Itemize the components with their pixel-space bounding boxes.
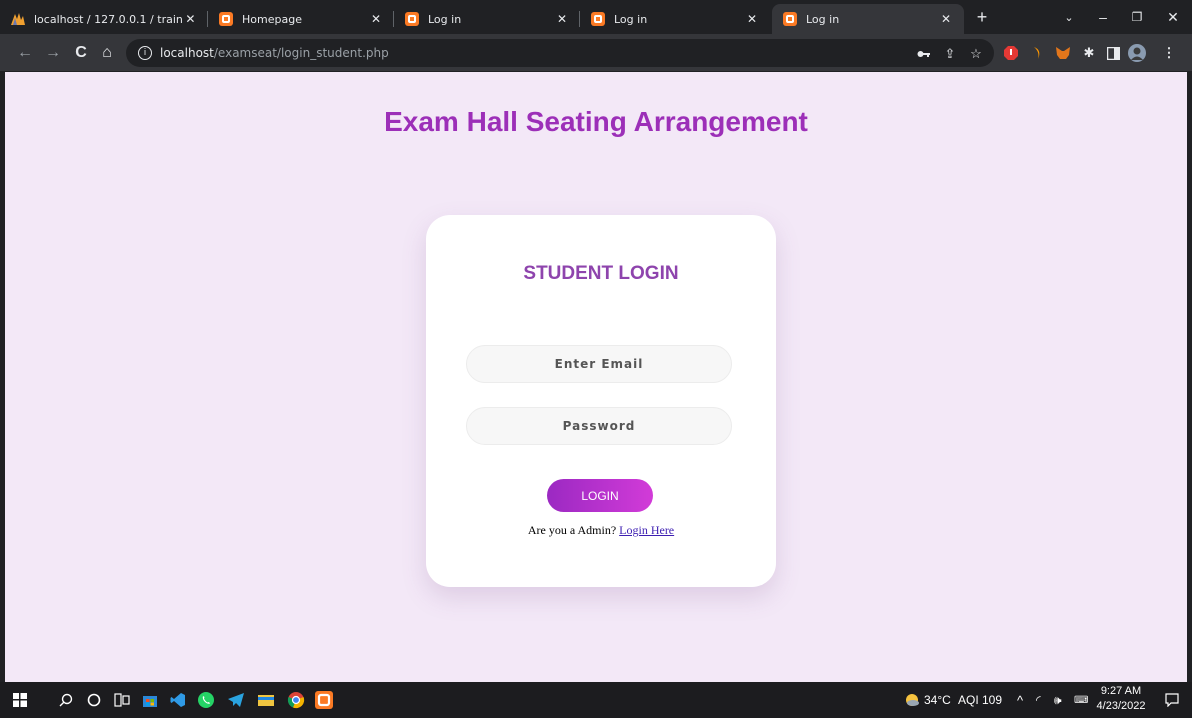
sidepanel-icon[interactable]: [1104, 44, 1122, 62]
task-view-icon[interactable]: [110, 688, 134, 712]
menu-icon[interactable]: ⋮: [1160, 44, 1178, 62]
tab-title: Homepage: [242, 12, 302, 26]
close-tab-icon[interactable]: ✕: [938, 11, 954, 27]
tab-title: Log in: [614, 12, 648, 26]
input-method-icon[interactable]: ⌨: [1074, 682, 1088, 718]
email-field[interactable]: [466, 345, 732, 383]
xampp-icon: [782, 11, 798, 27]
file-explorer-icon[interactable]: [254, 688, 278, 712]
admin-login-prompt: Are you a Admin? Login Here: [426, 523, 776, 538]
whatsapp-icon[interactable]: [194, 688, 218, 712]
browser-toolbar: ← → C ⌂ i localhost/examseat/login_stude…: [0, 34, 1192, 72]
clock-date: 4/23/2022: [1096, 700, 1146, 712]
xampp-icon: [590, 11, 606, 27]
weather-aqi[interactable]: AQI 109: [958, 682, 1002, 718]
cortana-icon[interactable]: [82, 688, 106, 712]
restore-button[interactable]: ❐: [1120, 5, 1154, 29]
password-field[interactable]: [466, 407, 732, 445]
taskbar-clock[interactable]: 9:27 AM 4/23/2022: [1096, 684, 1146, 714]
tab-search-icon[interactable]: ⌄: [1052, 5, 1086, 29]
metamask-icon[interactable]: [1054, 44, 1072, 62]
windows-taskbar: 34°C AQI 109 ^ ◜ 🕪 ⌨ 9:27 AM 4/23/2022: [0, 682, 1192, 718]
store-icon[interactable]: [138, 688, 162, 712]
login-button[interactable]: LOGIN: [547, 479, 653, 512]
close-tab-icon[interactable]: ✕: [554, 11, 570, 27]
close-tab-icon[interactable]: ✕: [183, 11, 198, 27]
chrome-icon[interactable]: [284, 688, 308, 712]
reload-icon[interactable]: C: [70, 42, 92, 64]
star-icon[interactable]: ☆: [968, 46, 984, 62]
xampp-taskbar-icon[interactable]: [312, 688, 336, 712]
share-icon[interactable]: ⇪: [942, 46, 958, 62]
forward-icon[interactable]: →: [42, 42, 64, 64]
url-text[interactable]: localhost/examseat/login_student.php: [160, 46, 389, 60]
tab-title: Log in: [428, 12, 462, 26]
tab-phpmyadmin[interactable]: localhost / 127.0.0.1 / train | ✕: [0, 4, 208, 34]
login-card-title: STUDENT LOGIN: [523, 263, 679, 284]
page-content: Exam Hall Seating Arrangement STUDENT LO…: [5, 72, 1187, 682]
tab-login-2[interactable]: Log in ✕: [580, 4, 770, 34]
profile-avatar-icon[interactable]: [1128, 44, 1146, 62]
weather-icon[interactable]: [900, 688, 924, 712]
tab-homepage[interactable]: Homepage ✕: [208, 4, 394, 34]
tab-login-1[interactable]: Log in ✕: [394, 4, 580, 34]
browser-tab-strip: localhost / 127.0.0.1 / train | ✕ Homepa…: [0, 0, 1192, 34]
address-bar[interactable]: i localhost/examseat/login_student.php ⇪…: [126, 39, 994, 67]
extension-orange-icon[interactable]: [1028, 44, 1046, 62]
tab-title: localhost / 127.0.0.1 / train |: [34, 12, 183, 26]
close-tab-icon[interactable]: ✕: [744, 11, 760, 27]
clock-time: 9:27 AM: [1100, 685, 1142, 697]
phpmyadmin-icon: [10, 11, 26, 27]
vscode-icon[interactable]: [166, 688, 190, 712]
login-card: STUDENT LOGIN LOGIN Are you a Admin? Log…: [426, 215, 776, 587]
xampp-icon: [404, 11, 420, 27]
admin-prompt-text: Are you a Admin?: [527, 523, 617, 537]
minimize-button[interactable]: –: [1086, 5, 1120, 29]
close-window-button[interactable]: ✕: [1156, 5, 1190, 29]
close-tab-icon[interactable]: ✕: [368, 11, 384, 27]
page-title: Exam Hall Seating Arrangement: [384, 106, 808, 137]
volume-icon[interactable]: 🕪: [1054, 682, 1062, 718]
weather-temperature[interactable]: 34°C: [924, 682, 951, 718]
new-tab-button[interactable]: +: [972, 8, 992, 28]
telegram-icon[interactable]: [224, 688, 248, 712]
windows-start-icon[interactable]: [8, 688, 32, 712]
back-icon[interactable]: ←: [14, 42, 36, 64]
network-icon[interactable]: ◜: [1036, 682, 1041, 718]
puzzle-icon[interactable]: ✱: [1080, 44, 1098, 62]
search-icon[interactable]: [54, 688, 78, 712]
home-icon[interactable]: ⌂: [96, 42, 118, 64]
adblock-icon[interactable]: [1002, 44, 1020, 62]
xampp-icon: [218, 11, 234, 27]
key-icon[interactable]: [916, 46, 932, 62]
tab-title: Log in: [806, 12, 840, 26]
notification-icon[interactable]: [1160, 688, 1184, 712]
tab-login-active[interactable]: Log in ✕: [772, 4, 964, 34]
site-info-icon[interactable]: i: [138, 46, 152, 60]
show-hidden-icons-icon[interactable]: ^: [1017, 682, 1023, 718]
admin-login-link[interactable]: Login Here: [619, 523, 674, 537]
